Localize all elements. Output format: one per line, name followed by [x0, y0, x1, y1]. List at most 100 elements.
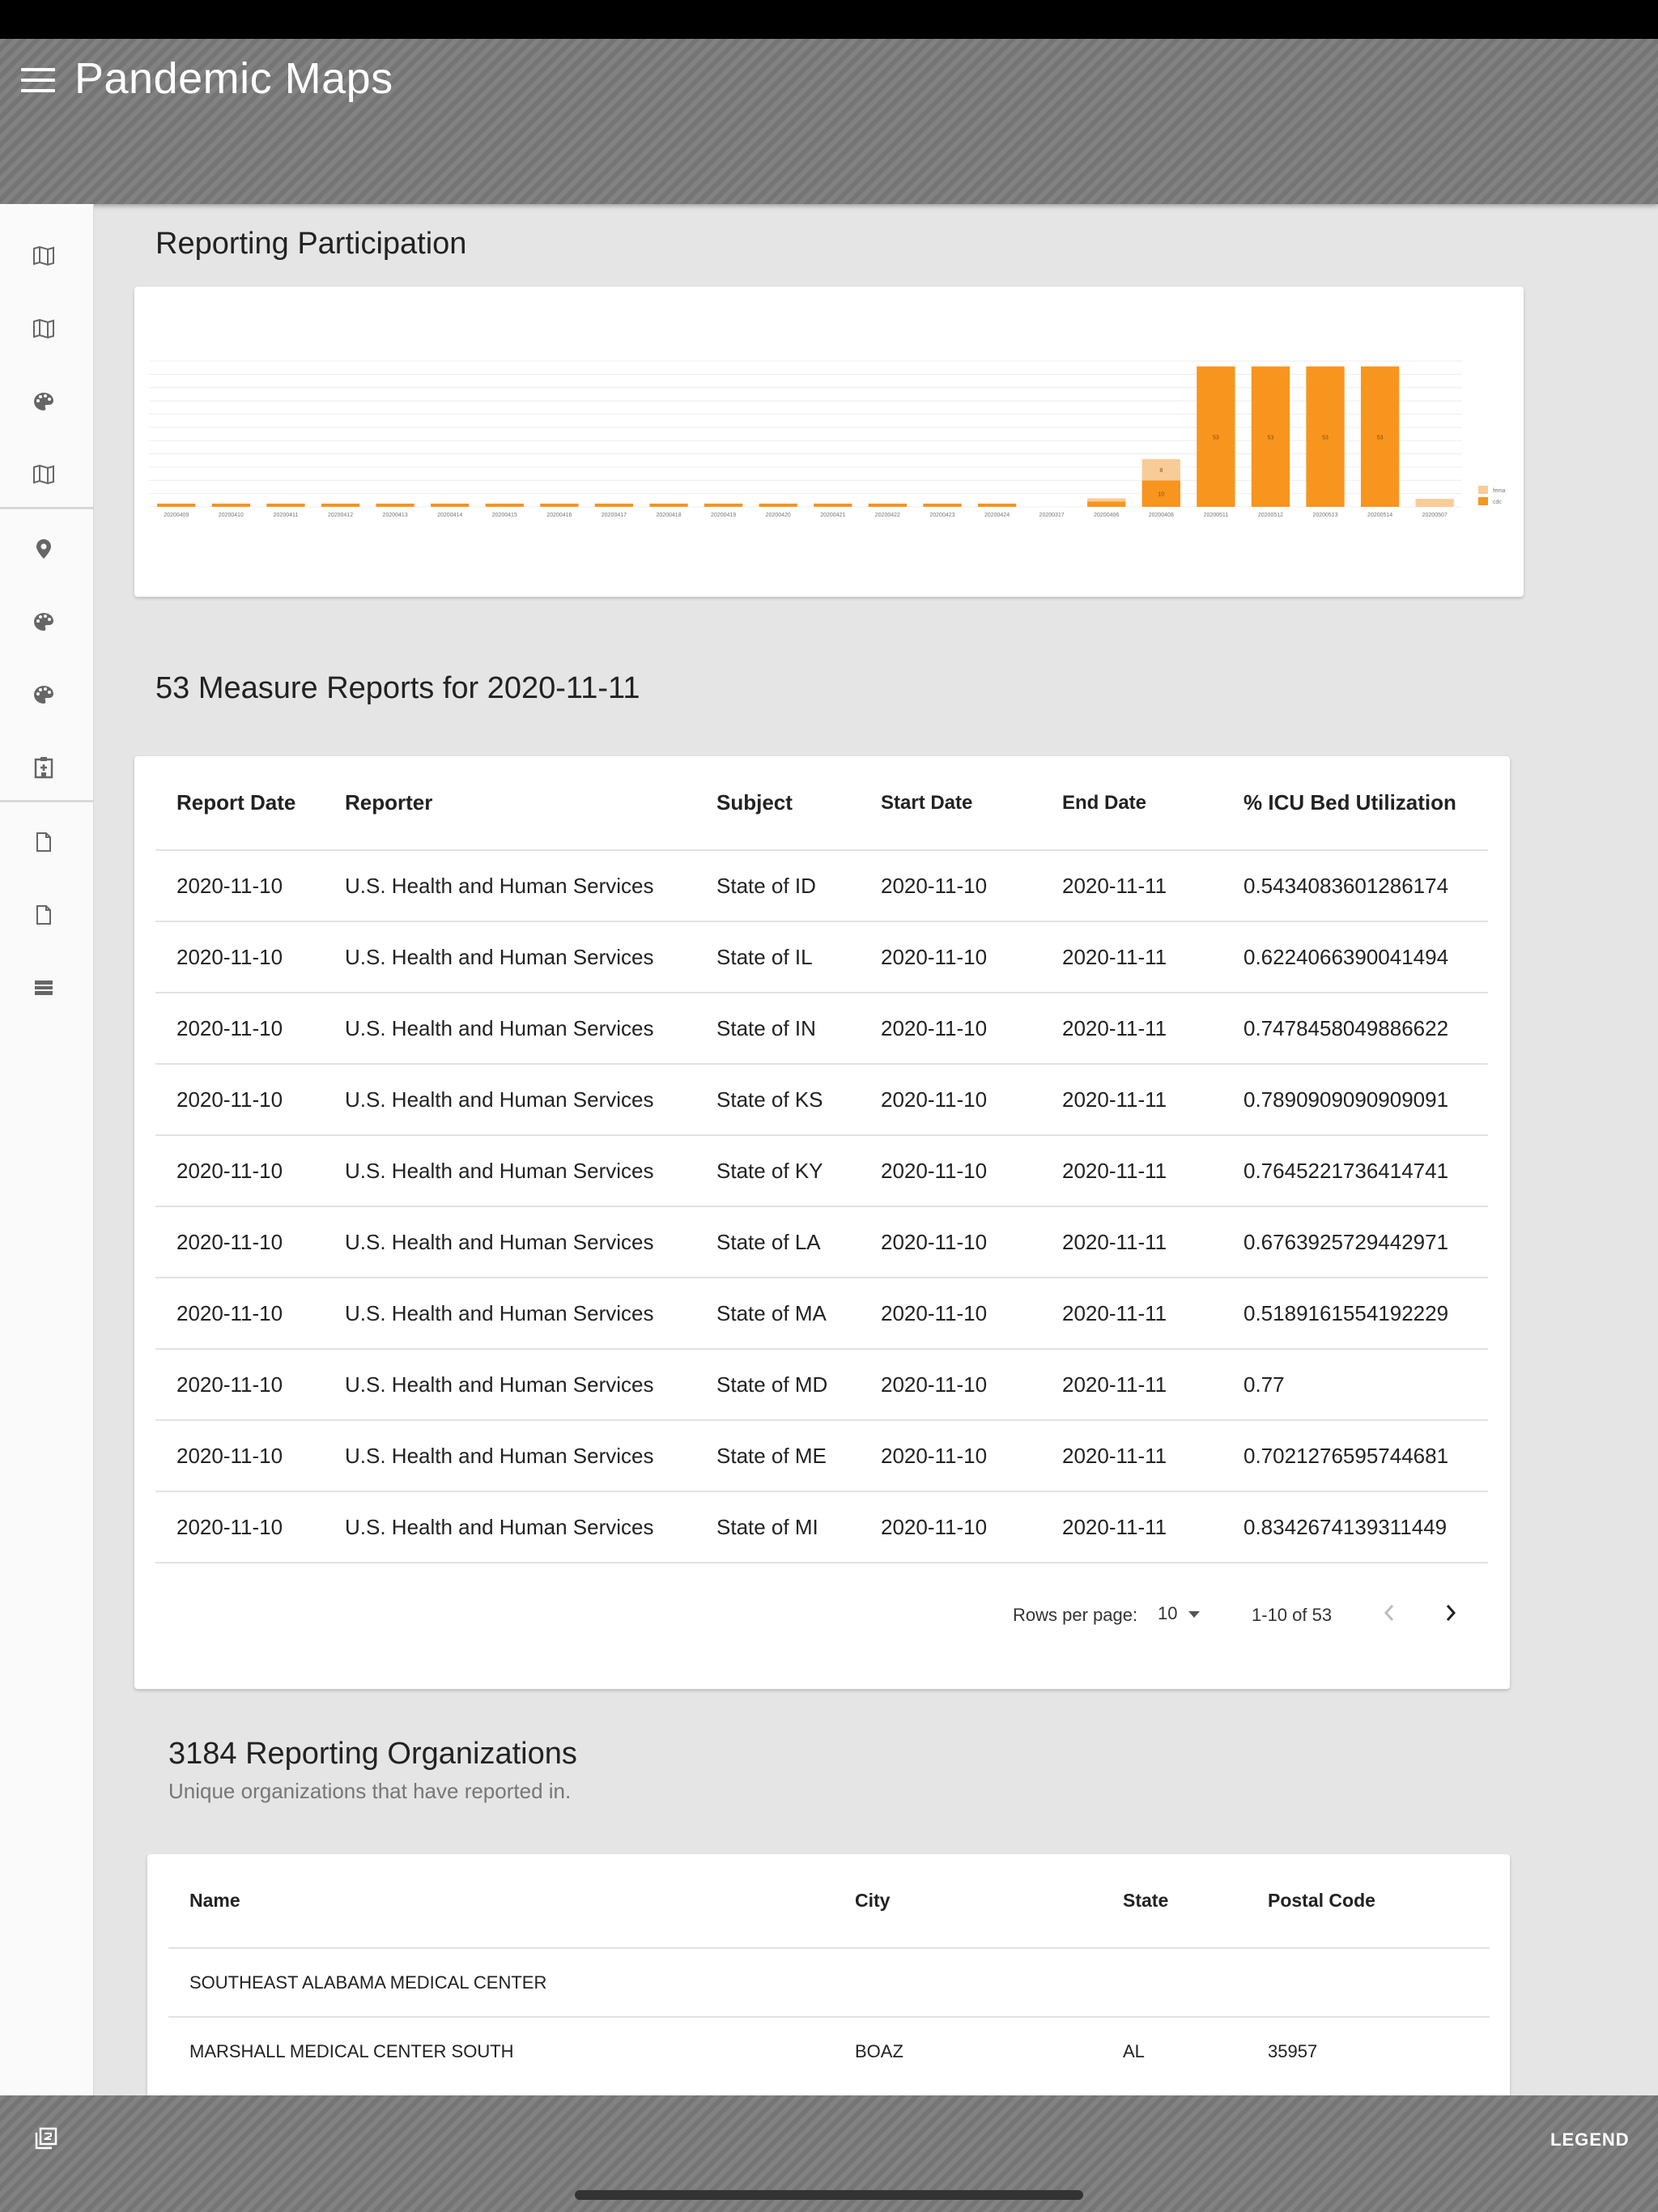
table-row[interactable]: 2020-11-10 U.S. Health and Human Services… — [155, 1491, 1488, 1563]
column-header[interactable]: Postal Code — [1247, 1854, 1490, 1948]
x-tick-label: 20200418 — [656, 513, 681, 518]
column-header[interactable]: Name — [168, 1854, 834, 1948]
chevron-right-icon — [1446, 1605, 1456, 1621]
table-cell: U.S. Health and Human Services — [345, 1229, 654, 1254]
x-tick-label: 20200413 — [383, 513, 408, 518]
table-cell: 2020-11-10 — [881, 1514, 988, 1539]
column-header[interactable]: End Date — [1041, 756, 1222, 850]
map-pin-icon[interactable] — [29, 534, 58, 564]
table-cell: 2020-11-10 — [881, 1015, 988, 1040]
sidebar — [0, 204, 94, 2095]
bar-cdc — [759, 504, 797, 507]
map-icon[interactable] — [29, 241, 58, 270]
bar-cdc — [1087, 501, 1126, 507]
app-title: Pandemic Maps — [74, 54, 393, 103]
table-row[interactable]: 2020-11-10 U.S. Health and Human Services… — [155, 1135, 1488, 1206]
status-bar — [0, 0, 1658, 39]
sidebar-divider — [0, 507, 94, 509]
palette-icon[interactable] — [29, 607, 58, 636]
map-icon[interactable] — [29, 460, 58, 489]
column-header[interactable]: % ICU Bed Utilization — [1222, 756, 1488, 850]
table-cell: U.S. Health and Human Services — [345, 1158, 654, 1183]
organizations-table: Name City State Postal Code SOUTHEAST AL… — [168, 1854, 1490, 2086]
bar-cdc — [321, 504, 360, 507]
x-tick-label: 20200424 — [984, 513, 1010, 518]
previous-page-button[interactable] — [1380, 1602, 1399, 1629]
pagination: Rows per page: 10 1-10 of 53 — [134, 1590, 1510, 1639]
map-icon[interactable] — [29, 314, 58, 343]
next-page-button[interactable] — [1441, 1602, 1460, 1629]
table-cell: MARSHALL MEDICAL CENTER SOUTH — [189, 2041, 514, 2061]
table-cell: 0.77 — [1244, 1372, 1285, 1397]
x-tick-label: 20200420 — [766, 513, 791, 518]
x-tick-label: 20200317 — [1039, 513, 1065, 518]
table-cell: 2020-11-10 — [881, 1158, 988, 1183]
rows-per-page-label: Rows per page: — [1013, 1605, 1138, 1625]
table-cell: 2020-11-10 — [176, 1087, 283, 1112]
table-cell: 2020-11-10 — [881, 873, 988, 898]
x-tick-label: 20200416 — [546, 513, 572, 518]
menu-icon[interactable] — [21, 68, 55, 92]
table-cell: U.S. Health and Human Services — [345, 1015, 654, 1040]
table-row[interactable]: 2020-11-10 U.S. Health and Human Services… — [155, 921, 1488, 993]
table-cell: U.S. Health and Human Services — [345, 1443, 654, 1468]
table-row[interactable]: 2020-11-10 U.S. Health and Human Services… — [155, 1064, 1488, 1135]
document-icon[interactable] — [29, 827, 58, 857]
table-cell: 2020-11-11 — [1062, 1443, 1167, 1468]
bar-cdc — [540, 504, 579, 507]
table-row[interactable]: 2020-11-10 U.S. Health and Human Services… — [155, 1278, 1488, 1349]
table-row[interactable]: 2020-11-10 U.S. Health and Human Services… — [155, 850, 1488, 921]
bar-cdc — [266, 504, 305, 507]
document-icon[interactable] — [29, 900, 58, 929]
x-tick-label: 20200512 — [1258, 513, 1283, 518]
table-row[interactable]: 2020-11-10 U.S. Health and Human Services… — [155, 1420, 1488, 1491]
table-cell: 2020-11-10 — [176, 1372, 283, 1397]
pagination-range: 1-10 of 53 — [1252, 1605, 1333, 1625]
table-cell: State of LA — [716, 1229, 821, 1254]
table-cell: 2020-11-10 — [176, 1015, 283, 1040]
table-cell: 35957 — [1268, 2041, 1318, 2061]
table-cell: 0.8342674139311449 — [1244, 1514, 1448, 1539]
bar-cdc — [977, 504, 1017, 507]
column-header[interactable]: Reporter — [324, 756, 695, 850]
legend-swatch — [1478, 497, 1488, 505]
palette-icon[interactable] — [29, 387, 58, 416]
table-cell: 2020-11-11 — [1062, 1087, 1167, 1112]
table-cell: 2020-11-11 — [1062, 873, 1167, 898]
table-cell: 0.7021276595744681 — [1244, 1443, 1449, 1468]
table-cell: 0.7645221736414741 — [1244, 1158, 1449, 1183]
table-cell: 2020-11-11 — [1062, 1015, 1167, 1040]
table-row[interactable]: SOUTHEAST ALABAMA MEDICAL CENTER — [168, 1948, 1490, 2017]
bar-cdc — [157, 504, 196, 507]
organizations-subtitle: Unique organizations that have reported … — [168, 1779, 572, 1803]
table-row[interactable]: 2020-11-10 U.S. Health and Human Services… — [155, 1206, 1488, 1278]
table-cell: State of ME — [716, 1443, 827, 1468]
rows-per-page-select[interactable]: 10 — [1158, 1603, 1201, 1624]
table-cell — [1247, 1948, 1490, 2017]
column-header[interactable]: City — [834, 1854, 1102, 1948]
column-header[interactable]: Report Date — [155, 756, 324, 850]
column-header[interactable]: State — [1102, 1854, 1247, 1948]
organizations-card: Name City State Postal Code SOUTHEAST AL… — [147, 1854, 1510, 2095]
bar-cdc — [594, 504, 634, 507]
legend-button[interactable]: LEGEND — [1550, 2129, 1630, 2150]
layers-icon[interactable] — [34, 2126, 58, 2155]
x-tick-label: 20200410 — [219, 513, 244, 518]
table-cell: AL — [1123, 2041, 1145, 2061]
column-header[interactable]: Start Date — [860, 756, 1041, 850]
table-cell: SOUTHEAST ALABAMA MEDICAL CENTER — [189, 1972, 547, 1993]
x-tick-label: 20200423 — [929, 513, 954, 518]
palette-icon[interactable] — [29, 680, 58, 709]
hospital-icon[interactable] — [29, 753, 58, 782]
table-header-row: Name City State Postal Code — [168, 1854, 1490, 1948]
table-row[interactable]: 2020-11-10 U.S. Health and Human Services… — [155, 993, 1488, 1064]
participation-title: Reporting Participation — [155, 227, 467, 261]
table-row[interactable]: 2020-11-10 U.S. Health and Human Services… — [155, 1349, 1488, 1420]
table-cell: 2020-11-10 — [176, 1443, 283, 1468]
x-tick-label: 20200507 — [1422, 513, 1448, 518]
x-tick-label: 20200409 — [164, 513, 189, 518]
table-row[interactable]: MARSHALL MEDICAL CENTER SOUTH BOAZ AL 35957 — [168, 2017, 1490, 2086]
x-tick-label: 20200511 — [1204, 513, 1229, 518]
table-icon[interactable] — [29, 973, 58, 1002]
column-header[interactable]: Subject — [695, 756, 860, 850]
